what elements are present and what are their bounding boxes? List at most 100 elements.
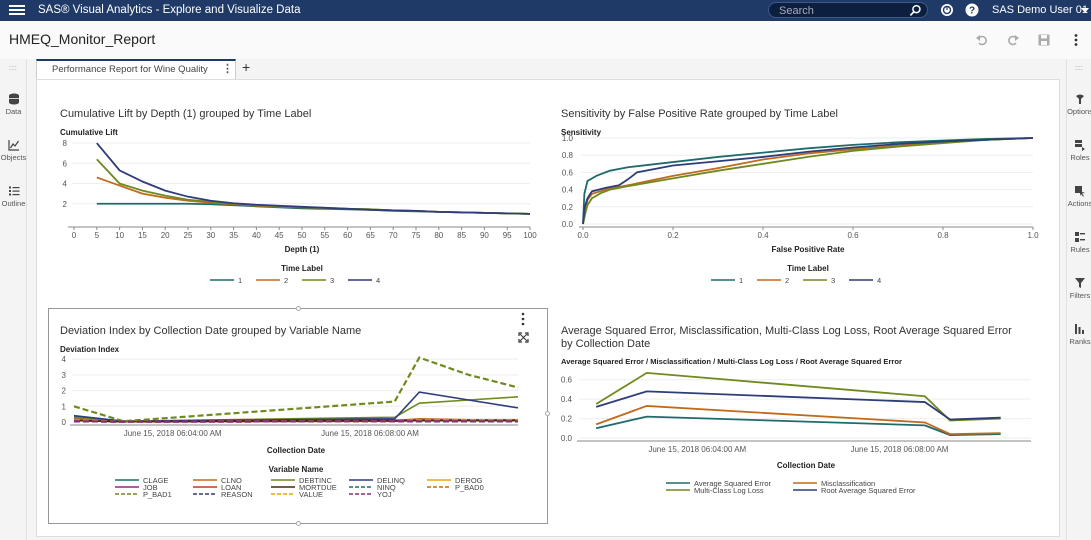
redo-icon[interactable] (1006, 33, 1020, 47)
user-menu[interactable]: SAS Demo User 01 (992, 4, 1088, 16)
x-tick-label: 25 (184, 231, 193, 240)
rail-label: Rules (1070, 245, 1090, 254)
rail-item-data[interactable]: Data (0, 93, 27, 116)
y-tick-label: 3 (62, 371, 67, 380)
rail-item-options[interactable]: Options (1065, 93, 1091, 116)
legend-title: Time Label (281, 264, 323, 273)
legend-title: Time Label (787, 264, 829, 273)
y-tick-label: 8 (63, 139, 68, 148)
undo-icon[interactable] (975, 33, 989, 47)
filter-icon (1075, 278, 1085, 288)
y-axis-label: Deviation Index (60, 345, 120, 354)
recent-activity-icon[interactable] (940, 3, 954, 17)
chart-title: Cumulative Lift by Depth (1) grouped by … (60, 108, 312, 120)
hamburger-menu-icon[interactable] (9, 3, 25, 17)
legend-label: Root Average Squared Error (821, 486, 916, 495)
x-tick-label: 0.0 (577, 231, 589, 240)
chart-svg: Cumulative Lift24680 5 10 15 20 25 30 35 40 45 50 5… (60, 128, 537, 285)
rail-item-roles[interactable]: Roles (1065, 139, 1091, 162)
more-options-icon[interactable] (1069, 33, 1083, 47)
chart-svg: Deviation Index 0 1 2 3 4 June 15, 2018 06:04:… (60, 345, 519, 499)
app-title: SAS® Visual Analytics - Explore and Visu… (38, 4, 301, 16)
legend-label: P_BAD1 (143, 490, 172, 499)
right-rail: :::: Options Roles Actions Rules Filters… (1066, 59, 1091, 540)
tab-more-icon[interactable]: ⋮ (222, 62, 233, 75)
rail-item-ranks[interactable]: Ranks (1065, 323, 1091, 346)
help-icon[interactable]: ? (965, 3, 979, 17)
x-tick-label: 65 (366, 231, 375, 240)
deviation-index-chart[interactable]: Deviation Index by Collection Date group… (60, 325, 530, 520)
x-tick-label: 40 (252, 231, 261, 240)
chart-svg: Average Squared Error / Misclassificatio… (561, 357, 1031, 495)
x-tick-label: 60 (343, 231, 352, 240)
rail-item-objects[interactable]: Objects (0, 139, 27, 162)
report-canvas: Cumulative Lift by Depth (1) grouped by … (36, 79, 1060, 537)
report-tabs: Performance Report for Wine Quality ⋮ + (36, 59, 1060, 80)
chart-icon (7, 140, 19, 151)
rail-label: Filters (1069, 291, 1091, 300)
rail-label: Roles (1070, 153, 1090, 162)
x-tick-label: 0.2 (667, 231, 679, 240)
resize-handle[interactable] (545, 411, 550, 416)
y-axis-label: Average Squared Error / Misclassificatio… (561, 357, 902, 366)
paint-icon (1076, 94, 1084, 104)
x-tick-label: 0.6 (847, 231, 859, 240)
rail-label: Ranks (1069, 337, 1091, 346)
rail-item-actions[interactable]: Actions (1065, 185, 1091, 208)
legend-label: 1 (739, 276, 743, 285)
x-tick-label: June 15, 2018 06:08:00 AM (321, 429, 419, 438)
add-tab-button[interactable]: + (242, 59, 250, 75)
x-tick-label: 95 (503, 231, 512, 240)
database-icon (8, 93, 19, 105)
rail-item-rules[interactable]: Rules (1065, 231, 1091, 254)
y-tick-label: 0.8 (562, 151, 574, 160)
actions-icon (1075, 186, 1085, 197)
grip-icon[interactable]: :::: (9, 65, 19, 72)
search-icon[interactable] (909, 4, 922, 17)
x-tick-label: 0.4 (757, 231, 769, 240)
y-tick-label: 6 (63, 159, 68, 168)
y-tick-label: 2 (63, 200, 68, 209)
x-tick-label: 90 (480, 231, 489, 240)
x-tick-label: 30 (206, 231, 215, 240)
legend-label: P_BAD0 (455, 483, 484, 492)
error-metrics-chart[interactable]: Average Squared Error, Misclassification… (561, 325, 1041, 520)
x-tick-label: 85 (457, 231, 466, 240)
sensitivity-roc-chart[interactable]: Sensitivity by False Positive Rate group… (561, 108, 1041, 298)
rail-label: Data (5, 107, 22, 116)
legend-label: 3 (330, 276, 334, 285)
series-line-P_BAD1 (73, 356, 519, 423)
legend-label: REASON (221, 490, 253, 499)
x-tick-label: 10 (115, 231, 124, 240)
tab-performance-report[interactable]: Performance Report for Wine Quality (36, 59, 236, 80)
y-tick-label: 0.2 (562, 203, 574, 212)
y-tick-label: 2 (62, 387, 67, 396)
y-tick-label: 0.2 (561, 415, 573, 424)
legend-label: 2 (785, 276, 789, 285)
x-tick-label: 5 (95, 231, 100, 240)
search-input[interactable] (779, 3, 899, 18)
rail-label: Options (1067, 107, 1091, 116)
grip-icon[interactable]: :::: (1075, 65, 1085, 72)
rail-label: Actions (1067, 199, 1091, 208)
rail-item-outline[interactable]: Outline (0, 185, 27, 208)
rail-item-filters[interactable]: Filters (1065, 277, 1091, 300)
legend-label: 3 (831, 276, 835, 285)
chevron-down-icon[interactable] (1081, 8, 1089, 13)
resize-handle[interactable] (296, 306, 301, 311)
x-tick-label: 75 (412, 231, 421, 240)
x-tick-label: June 15, 2018 06:04:00 AM (648, 445, 746, 454)
object-menu-icon[interactable] (518, 312, 528, 326)
x-axis-label: Depth (1) (285, 245, 320, 254)
legend-label: 4 (376, 276, 380, 285)
save-icon[interactable] (1037, 33, 1051, 47)
series-line-average-squared-error (595, 415, 1001, 436)
list-icon (8, 186, 19, 196)
search-box[interactable] (768, 2, 928, 18)
x-tick-label: 100 (523, 231, 537, 240)
rules-icon (1075, 232, 1085, 242)
cumulative-lift-chart[interactable]: Cumulative Lift by Depth (1) grouped by … (60, 108, 540, 298)
legend-label: 2 (284, 276, 288, 285)
x-tick-label: June 15, 2018 06:08:00 AM (851, 445, 949, 454)
x-tick-label: June 15, 2018 06:04:00 AM (124, 429, 222, 438)
